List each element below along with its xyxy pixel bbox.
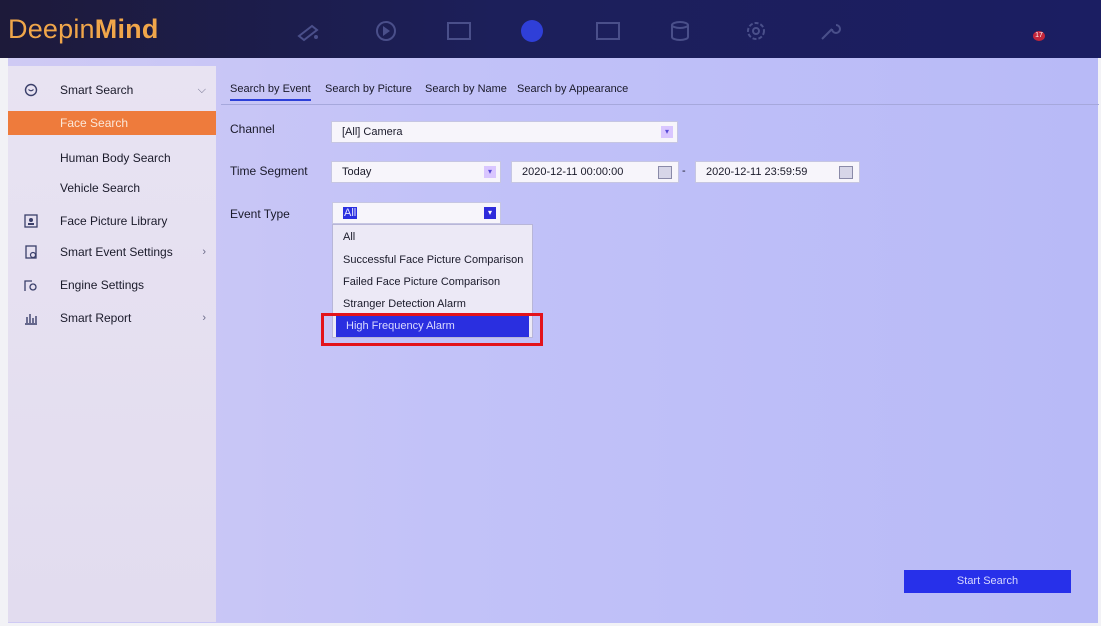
channel-label: Channel [230,122,275,136]
maintenance-icon[interactable] [817,20,843,42]
main-panel: Search by Event Search by Picture Search… [218,66,1099,622]
chevron-down-icon: ▾ [484,207,496,219]
display-icon[interactable] [593,20,620,42]
file-icon[interactable] [446,20,472,42]
time-segment-label: Time Segment [230,164,308,178]
dropdown-option[interactable]: Stranger Detection Alarm [333,294,532,315]
chevron-down-icon: ▾ [661,126,673,138]
calendar-icon[interactable] [839,166,853,179]
start-search-button[interactable]: Start Search [904,570,1071,593]
start-time-field[interactable]: 2020-12-11 00:00:00 [511,161,679,183]
annotation-highlight-box [321,313,543,346]
engine-icon [24,278,38,292]
sidebar-item-smart-event-settings[interactable]: Smart Event Settings › [8,240,216,264]
chevron-right-icon: › [202,312,206,324]
dropdown-option[interactable]: Failed Face Picture Comparison [333,272,532,293]
tab-search-by-name[interactable]: Search by Name [425,83,507,95]
top-bar: DeepinMind 17 [0,0,1101,58]
report-icon [24,311,38,325]
chevron-down-icon: ▾ [484,166,496,178]
calendar-icon[interactable] [658,166,672,179]
chevron-down-icon: ⌵ [197,84,206,96]
sidebar-item-vehicle-search[interactable]: Vehicle Search [8,176,216,200]
sidebar-item-face-search[interactable]: Face Search [8,111,216,135]
notification-badge[interactable]: 17 [1033,31,1045,41]
app-logo: DeepinMind [8,14,159,44]
sidebar: Smart Search ⌵ Face Search Human Body Se… [8,66,216,622]
settings-icon[interactable] [743,20,769,42]
tab-search-by-appearance[interactable]: Search by Appearance [517,83,628,95]
channel-select[interactable]: [All] Camera ▾ [331,121,678,143]
face-library-icon [24,214,38,228]
smart-search-icon [24,83,38,97]
sidebar-item-smart-search[interactable]: Smart Search ⌵ [8,78,216,102]
sidebar-item-engine-settings[interactable]: Engine Settings [8,273,216,297]
storage-icon[interactable] [667,20,693,42]
tab-search-by-picture[interactable]: Search by Picture [325,83,412,95]
range-separator: - [682,165,686,177]
sidebar-item-human-body-search[interactable]: Human Body Search [8,146,216,170]
sidebar-item-smart-report[interactable]: Smart Report › [8,306,216,330]
camera-icon[interactable] [296,20,322,42]
smart-search-icon[interactable] [521,20,543,42]
event-settings-icon [24,245,38,259]
tab-divider [221,104,1099,105]
dropdown-option[interactable]: All [333,227,532,248]
tab-search-by-event[interactable]: Search by Event [230,83,311,101]
time-segment-select[interactable]: Today ▾ [331,161,501,183]
playback-icon[interactable] [373,20,399,42]
chevron-right-icon: › [202,246,206,258]
event-type-select[interactable]: All ▾ [332,202,501,224]
end-time-field[interactable]: 2020-12-11 23:59:59 [695,161,860,183]
sidebar-item-face-picture-library[interactable]: Face Picture Library [8,209,216,233]
dropdown-option[interactable]: Successful Face Picture Comparison [333,250,532,271]
event-type-label: Event Type [230,207,290,221]
